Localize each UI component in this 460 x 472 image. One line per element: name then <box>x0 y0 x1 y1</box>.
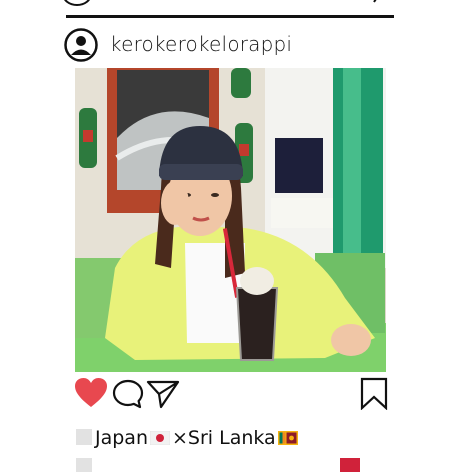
post-caption: Japan ×Sri Lanka <box>76 424 300 452</box>
caption-separator: × <box>172 427 188 449</box>
caption-japan: Japan <box>95 427 148 449</box>
top-divider <box>66 15 394 18</box>
sri-lanka-flag-icon <box>277 431 298 445</box>
top-avatar-icon <box>62 0 92 6</box>
top-send-icon <box>373 0 377 3</box>
caption-next-line <box>76 452 376 472</box>
square-glyph-icon <box>76 429 92 445</box>
send-icon[interactable] <box>146 379 180 409</box>
square-glyph-icon-2 <box>76 458 92 472</box>
caption-srilanka: Sri Lanka <box>187 427 276 449</box>
flag-icon-partial <box>340 458 360 472</box>
japan-flag-icon <box>150 431 170 445</box>
post-header: kerokerokelorappi <box>64 28 404 62</box>
username[interactable]: kerokerokelorappi <box>110 32 292 56</box>
comment-icon[interactable] <box>112 379 144 409</box>
heart-icon[interactable] <box>74 377 108 409</box>
post-photo[interactable] <box>75 68 386 372</box>
photo-illustration <box>75 68 386 372</box>
user-icon[interactable] <box>64 28 98 62</box>
bookmark-icon[interactable] <box>360 377 388 410</box>
post-actions <box>74 377 394 411</box>
